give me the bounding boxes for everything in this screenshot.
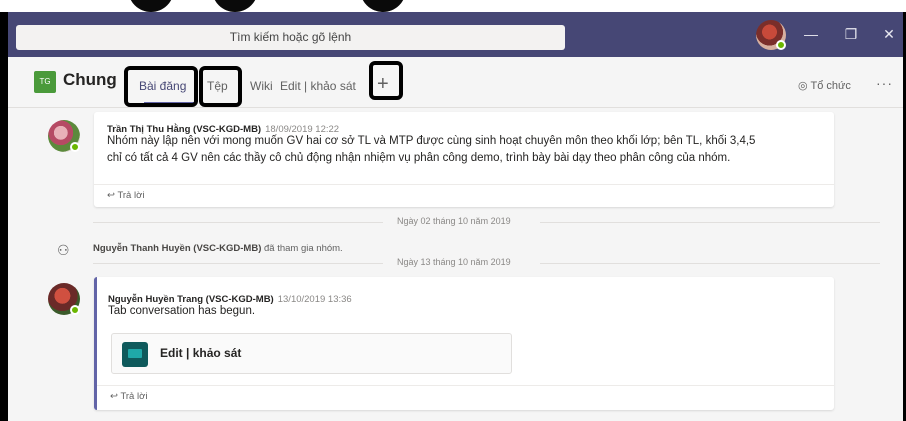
annotation-circle bbox=[212, 0, 258, 12]
org-label: Tổ chức bbox=[810, 80, 851, 92]
reply-button[interactable]: ↩ Trả lời bbox=[94, 184, 834, 207]
system-event-action: đã tham gia nhóm. bbox=[264, 243, 343, 254]
date-divider-line bbox=[540, 263, 880, 264]
tab-survey[interactable]: Edit | khảo sát bbox=[280, 79, 356, 93]
date-divider-label: Ngày 02 tháng 10 năm 2019 bbox=[397, 216, 511, 226]
attachment-title: Edit | khảo sát bbox=[160, 346, 242, 360]
search-input[interactable]: Tìm kiếm hoặc gõ lệnh bbox=[16, 25, 565, 50]
presence-available-icon bbox=[70, 142, 80, 152]
message-line: Tab conversation has begun. bbox=[108, 305, 256, 317]
author-avatar[interactable] bbox=[48, 120, 80, 152]
reply-label: Trả lời bbox=[120, 391, 148, 402]
annotation-box-posts bbox=[124, 66, 198, 107]
system-event: Nguyễn Thanh Huyền (VSC-KGD-MB) đã tham … bbox=[93, 243, 343, 254]
team-avatar[interactable]: TG bbox=[34, 71, 56, 93]
member-joined-icon: ⚇ bbox=[57, 242, 70, 258]
teams-window: Tìm kiếm hoặc gõ lệnh — ❐ ✕ TG Chung Bài… bbox=[0, 0, 906, 421]
tab-wiki[interactable]: Wiki bbox=[250, 79, 273, 93]
top-margin bbox=[0, 0, 906, 12]
channel-header: TG Chung Bài đăng Tệp Wiki Edit | khảo s… bbox=[8, 57, 903, 108]
restore-button[interactable]: ❐ bbox=[840, 24, 862, 44]
reply-icon: ↩ bbox=[110, 391, 121, 402]
annotation-circle bbox=[128, 0, 174, 12]
message-line: Nhóm này lập nên với mong muốn GV hai cơ… bbox=[107, 135, 756, 147]
system-event-actor: Nguyễn Thanh Huyền (VSC-KGD-MB) bbox=[93, 243, 262, 254]
message-line: chỉ có tất cả 4 GV nên các thầy cô chủ đ… bbox=[107, 152, 731, 164]
org-button[interactable]: ◎ Tổ chức bbox=[798, 79, 851, 92]
date-divider-line bbox=[540, 222, 880, 223]
author-avatar[interactable] bbox=[48, 283, 80, 315]
more-options-icon[interactable]: ··· bbox=[876, 75, 893, 91]
reply-label: Trả lời bbox=[117, 190, 145, 201]
presence-available-icon bbox=[70, 305, 80, 315]
close-button[interactable]: ✕ bbox=[878, 24, 900, 44]
message-timestamp: 13/10/2019 13:36 bbox=[277, 294, 352, 305]
tab-attachment-card[interactable]: Edit | khảo sát bbox=[111, 333, 512, 374]
minimize-button[interactable]: — bbox=[800, 24, 822, 44]
presence-available-icon bbox=[776, 40, 786, 50]
annotation-box-files bbox=[199, 66, 242, 107]
forms-app-icon bbox=[122, 342, 148, 367]
channel-title: Chung bbox=[63, 70, 117, 89]
reply-button[interactable]: ↩ Trả lời bbox=[97, 385, 834, 408]
conversation-feed[interactable]: Trần Thị Thu Hằng (VSC-KGD-MB) 18/09/2019… bbox=[8, 108, 903, 421]
date-divider-line bbox=[93, 263, 383, 264]
annotation-circle bbox=[360, 0, 406, 12]
message-body: Nhóm này lập nên với mong muốn GV hai cơ… bbox=[107, 133, 832, 167]
message-body: Tab conversation has begun. bbox=[108, 303, 255, 320]
left-border bbox=[0, 12, 8, 421]
reply-icon: ↩ bbox=[107, 190, 118, 201]
date-divider-line bbox=[93, 222, 383, 223]
title-bar: Tìm kiếm hoặc gõ lệnh — ❐ ✕ bbox=[8, 12, 903, 57]
annotation-box-add bbox=[369, 61, 403, 100]
user-avatar[interactable] bbox=[756, 20, 786, 50]
message-card: Trần Thị Thu Hằng (VSC-KGD-MB) 18/09/2019… bbox=[94, 112, 834, 207]
date-divider-label: Ngày 13 tháng 10 năm 2019 bbox=[397, 257, 511, 267]
message-card: Nguyễn Huyền Trang (VSC-KGD-MB) 13/10/201… bbox=[94, 277, 834, 410]
eye-icon: ◎ bbox=[798, 80, 811, 92]
